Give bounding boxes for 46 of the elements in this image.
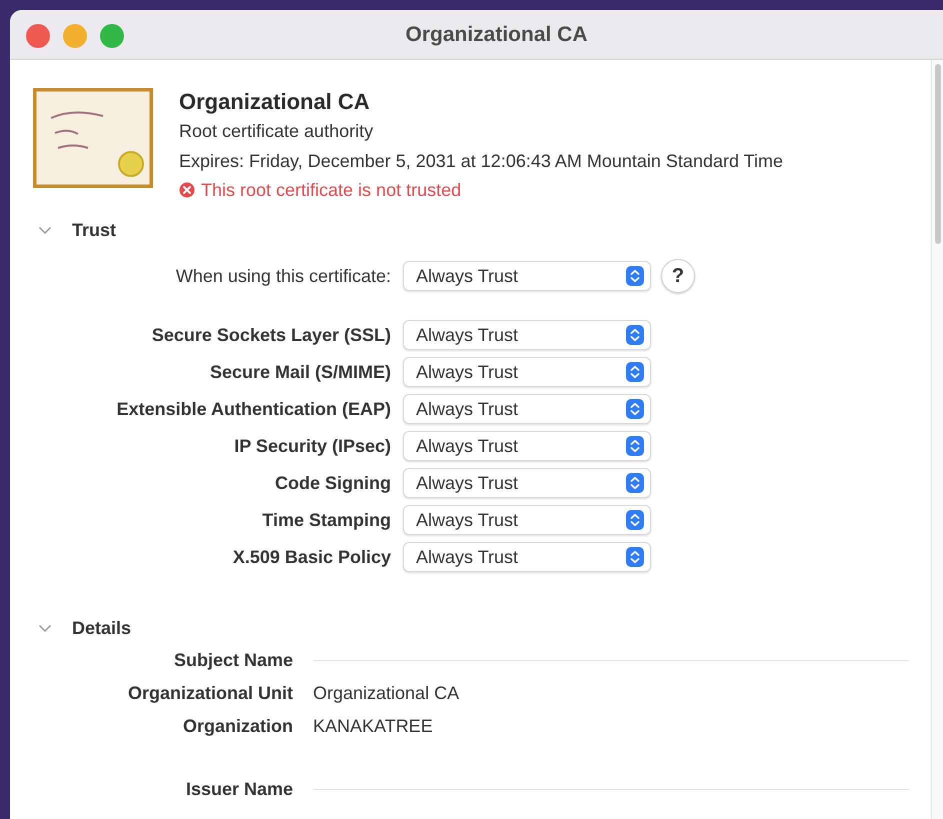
- trust-warning: This root certificate is not trusted: [201, 179, 462, 202]
- certificate-type: Root certificate authority: [179, 120, 374, 143]
- stepper-icon: [626, 436, 644, 456]
- trust-dropdown[interactable]: Always Trust: [403, 394, 651, 424]
- error-icon: [179, 182, 195, 198]
- stepper-icon: [626, 547, 644, 567]
- trust-dropdown[interactable]: Always Trust: [403, 542, 651, 572]
- stepper-icon: [626, 362, 644, 382]
- group-title: Subject Name: [172, 649, 294, 672]
- field-value: Organizational CA: [313, 682, 460, 705]
- policy-label: Extensible Authentication (EAP): [116, 398, 392, 421]
- certificate-icon: [33, 88, 153, 188]
- group-title: Issuer Name: [184, 778, 294, 801]
- scrollbar-thumb[interactable]: [934, 64, 940, 244]
- trust-dropdown[interactable]: Always Trust: [403, 468, 651, 498]
- stepper-icon: [626, 510, 644, 530]
- trust-dropdown[interactable]: Always Trust: [403, 505, 651, 535]
- stepper-icon: [626, 399, 644, 419]
- section-title: Trust: [72, 218, 116, 242]
- field-label: Organization: [182, 715, 294, 738]
- close-button[interactable]: [26, 24, 50, 48]
- setting-label: When using this certificate:: [174, 264, 392, 288]
- policy-label: Secure Sockets Layer (SSL): [150, 324, 392, 347]
- window-title: Organizational CA: [404, 22, 588, 48]
- policy-label: Secure Mail (S/MIME): [208, 360, 392, 384]
- policy-label: IP Security (IPsec): [233, 434, 392, 458]
- minimize-button[interactable]: [63, 24, 87, 48]
- chevron-icon[interactable]: [38, 624, 52, 632]
- section-title: Details: [72, 616, 132, 640]
- trust-dropdown[interactable]: Always Trust: [403, 261, 651, 291]
- trust-dropdown[interactable]: Always Trust: [403, 357, 651, 387]
- expiry-date: Expires: Friday, December 5, 2031 at 12:06:43 AM Mountain Standard Time: [179, 150, 783, 173]
- policy-label: Code Signing: [274, 472, 392, 495]
- help-button[interactable]: ?: [661, 259, 695, 293]
- chevron-icon[interactable]: [38, 226, 52, 234]
- policy-label: Time Stamping: [261, 508, 392, 532]
- field-value: KANAKATREE: [313, 715, 433, 738]
- certificate-name: Organizational CA: [179, 88, 371, 116]
- stepper-icon: [626, 266, 644, 286]
- field-label: Organizational Unit: [126, 682, 294, 705]
- stepper-icon: [626, 325, 644, 345]
- zoom-button[interactable]: [100, 24, 124, 48]
- trust-dropdown[interactable]: Always Trust: [403, 431, 651, 461]
- policy-label: X.509 Basic Policy: [232, 546, 392, 569]
- trust-dropdown[interactable]: Always Trust: [403, 320, 651, 350]
- stepper-icon: [626, 473, 644, 493]
